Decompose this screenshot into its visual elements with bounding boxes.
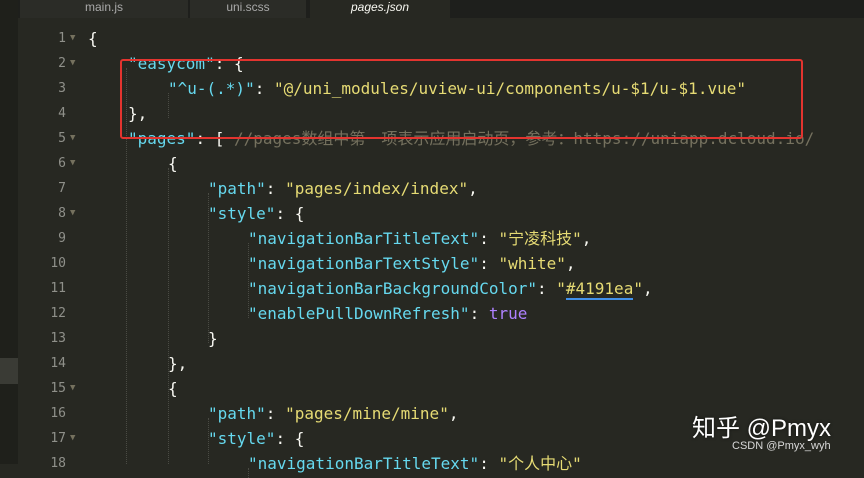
line-number: 5	[58, 131, 66, 146]
code-line: 1 ▼ {	[18, 26, 864, 51]
code-text: {	[168, 379, 178, 398]
code-text: }	[208, 329, 218, 348]
code-line: 14 },	[18, 351, 864, 376]
line-number: 15	[50, 381, 66, 396]
code-line: 10 "navigationBarTextStyle": "white",	[18, 251, 864, 276]
line-number: 12	[50, 306, 66, 321]
code-text: "path": "pages/index/index",	[208, 179, 478, 198]
fold-arrow-icon[interactable]: ▼	[70, 26, 80, 51]
code-text: {	[88, 29, 98, 48]
code-editor[interactable]: 1 ▼ { 2 ▼ "easycom": { 3 "^u-(.*)": "@/u…	[18, 18, 864, 478]
line-number: 2	[58, 56, 66, 71]
code-line: 8 ▼ "style": {	[18, 201, 864, 226]
fold-arrow-icon[interactable]: ▼	[70, 126, 80, 151]
code-text: "navigationBarTextStyle": "white",	[248, 254, 576, 273]
code-text: "path": "pages/mine/mine",	[208, 404, 459, 423]
tab-main-js[interactable]: main.js	[20, 0, 188, 18]
fold-arrow-icon[interactable]: ▼	[70, 426, 80, 451]
code-text: "style": {	[208, 429, 305, 448]
code-line: 9 "navigationBarTitleText": "宁凌科技",	[18, 226, 864, 251]
highlight-box	[120, 59, 803, 139]
code-line: 6 ▼ {	[18, 151, 864, 176]
code-text: "style": {	[208, 204, 305, 223]
code-text: "navigationBarTitleText": "宁凌科技",	[248, 229, 592, 248]
code-line: 11 "navigationBarBackgroundColor": "#419…	[18, 276, 864, 301]
fold-arrow-icon[interactable]: ▼	[70, 376, 80, 401]
code-line: 15 ▼ {	[18, 376, 864, 401]
code-text: "enablePullDownRefresh": true	[248, 304, 528, 323]
line-number: 13	[50, 331, 66, 346]
watermark-csdn: CSDN @Pmyx_wyh	[732, 440, 831, 452]
code-line: 13 }	[18, 326, 864, 351]
code-text: {	[168, 154, 178, 173]
code-text: },	[168, 354, 188, 373]
line-number: 1	[58, 31, 66, 46]
tab-uni-scss[interactable]: uni.scss	[190, 0, 306, 18]
line-number: 11	[50, 281, 66, 296]
line-number: 16	[50, 406, 66, 421]
left-sidebar-strip	[0, 0, 18, 464]
tab-bar: main.js uni.scss pages.json	[18, 0, 864, 18]
code-text: "navigationBarBackgroundColor": "#4191ea…	[248, 279, 653, 300]
tab-pages-json[interactable]: pages.json	[310, 0, 450, 18]
code-line: 12 "enablePullDownRefresh": true	[18, 301, 864, 326]
line-number: 7	[58, 181, 66, 196]
line-number: 6	[58, 156, 66, 171]
sidebar-scroll-thumb[interactable]	[0, 358, 18, 384]
line-number: 3	[58, 81, 66, 96]
line-number: 4	[58, 106, 66, 121]
fold-arrow-icon[interactable]: ▼	[70, 201, 80, 226]
line-number: 10	[50, 256, 66, 271]
code-line: 7 "path": "pages/index/index",	[18, 176, 864, 201]
line-number: 14	[50, 356, 66, 371]
watermark-zhihu: 知乎 @Pmyx	[692, 415, 832, 442]
fold-arrow-icon[interactable]: ▼	[70, 51, 80, 76]
fold-arrow-icon[interactable]: ▼	[70, 151, 80, 176]
line-number: 17	[50, 431, 66, 446]
line-number: 8	[58, 206, 66, 221]
line-number: 9	[58, 231, 66, 246]
color-value: #4191ea	[565, 279, 634, 300]
